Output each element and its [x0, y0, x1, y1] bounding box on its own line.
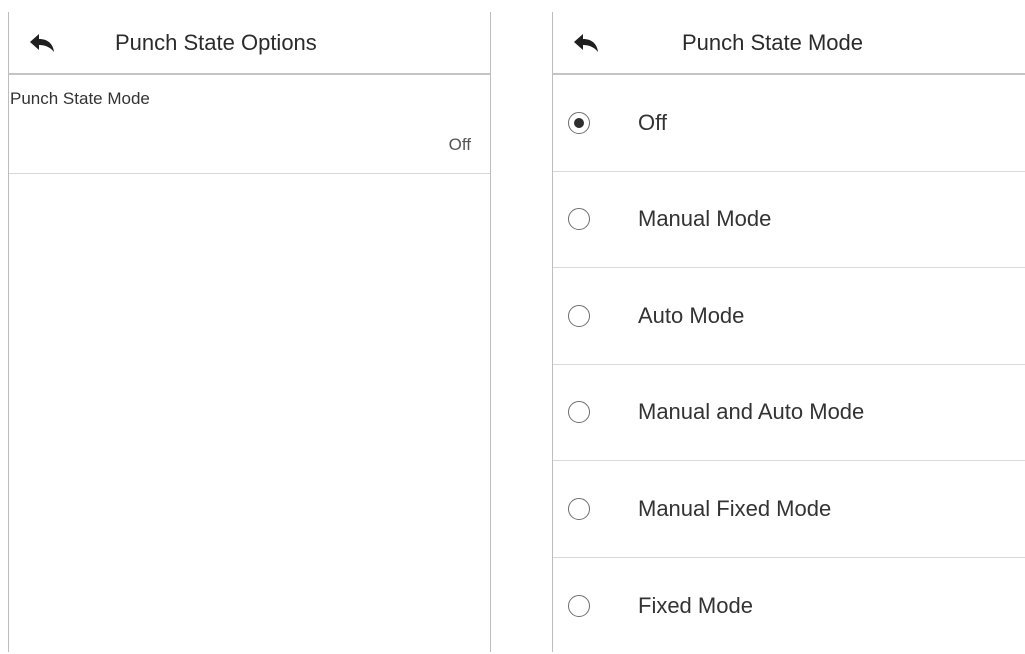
mode-option-list: Off Manual Mode Auto Mode Manual and Aut… [553, 75, 1025, 654]
radio-unselected-icon[interactable] [568, 208, 590, 230]
option-label: Manual and Auto Mode [638, 365, 864, 461]
option-label: Manual Fixed Mode [638, 461, 831, 557]
option-auto-mode[interactable]: Auto Mode [553, 268, 1025, 365]
option-label: Fixed Mode [638, 558, 753, 654]
header: Punch State Mode [553, 12, 1025, 75]
option-manual-mode[interactable]: Manual Mode [553, 172, 1025, 269]
punch-state-mode-setting[interactable]: Punch State Mode Off [9, 75, 490, 174]
option-label: Manual Mode [638, 172, 771, 268]
back-button[interactable] [9, 12, 75, 73]
radio-selected-icon[interactable] [568, 112, 590, 134]
option-off[interactable]: Off [553, 75, 1025, 172]
option-label: Off [638, 75, 667, 171]
option-manual-and-auto-mode[interactable]: Manual and Auto Mode [553, 365, 1025, 462]
setting-value: Off [449, 135, 471, 155]
radio-unselected-icon[interactable] [568, 305, 590, 327]
back-arrow-icon [29, 33, 55, 53]
punch-state-options-screen: Punch State Options Punch State Mode Off [8, 12, 491, 652]
setting-label: Punch State Mode [10, 89, 150, 109]
option-label: Auto Mode [638, 268, 744, 364]
radio-unselected-icon[interactable] [568, 595, 590, 617]
option-manual-fixed-mode[interactable]: Manual Fixed Mode [553, 461, 1025, 558]
page-title: Punch State Options [115, 12, 317, 73]
radio-unselected-icon[interactable] [568, 401, 590, 423]
radio-unselected-icon[interactable] [568, 498, 590, 520]
option-fixed-mode[interactable]: Fixed Mode [553, 558, 1025, 654]
punch-state-mode-screen: Punch State Mode Off Manual Mode Auto Mo… [552, 12, 1025, 652]
page-title: Punch State Mode [553, 12, 992, 73]
header: Punch State Options [9, 12, 490, 75]
